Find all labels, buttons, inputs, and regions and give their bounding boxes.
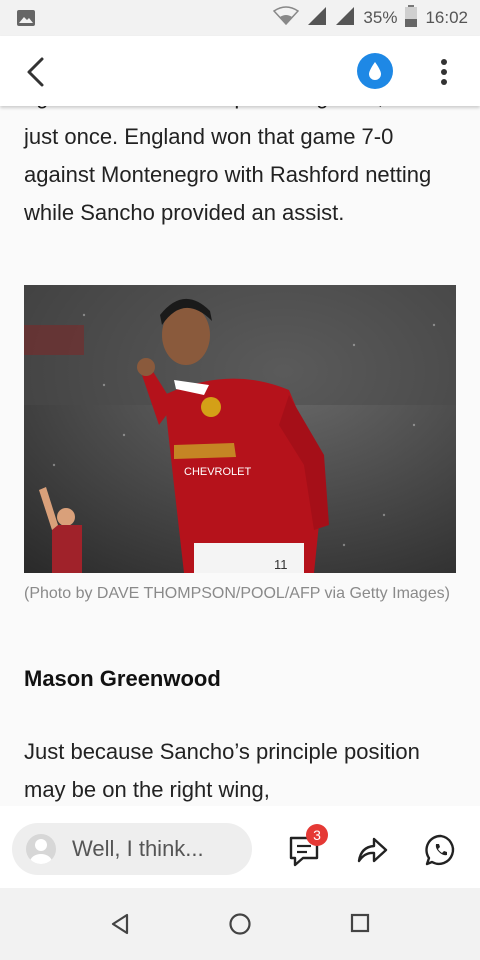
water-drop-icon [369, 62, 381, 80]
more-vertical-icon [441, 59, 447, 85]
nav-recents-button[interactable] [349, 912, 371, 934]
article-paragraph-2: Just because Sancho’s principle position… [24, 739, 420, 802]
article-paragraph: just once. England won that game 7-0 aga… [24, 124, 432, 225]
photo-caption: (Photo by DAVE THOMPSON/POOL/AFP via Get… [24, 585, 450, 602]
share-arrow-icon [357, 837, 388, 863]
comments-count-badge: 3 [306, 824, 328, 846]
share-button[interactable] [355, 834, 389, 866]
comment-input[interactable]: Well, I think... [12, 823, 252, 875]
signal-icon-2 [335, 6, 355, 31]
status-bar: 35% 16:02 [0, 0, 480, 36]
comment-placeholder: Well, I think... [72, 836, 204, 861]
circle-home-icon [229, 913, 251, 935]
whatsapp-button[interactable] [424, 833, 458, 867]
article-partial-line: against the Czech Republic together, [24, 106, 454, 116]
photo-shirt-number: 11 [274, 557, 288, 572]
section-heading: Mason Greenwood [24, 666, 221, 691]
more-options-button[interactable] [430, 54, 458, 90]
square-recents-icon [350, 913, 370, 933]
battery-percent: 35% [363, 8, 398, 27]
signal-icon [307, 6, 327, 31]
whatsapp-icon [425, 834, 455, 866]
nav-back-button[interactable] [108, 912, 132, 936]
wifi-icon [273, 5, 300, 31]
article-content[interactable]: against the Czech Republic together, jus… [0, 106, 480, 806]
battery-icon [405, 4, 418, 32]
gallery-icon [16, 8, 36, 28]
article-photo[interactable]: CHEVROLET 11 [24, 285, 456, 573]
nav-home-button[interactable] [228, 912, 252, 936]
clock: 16:02 [425, 8, 468, 27]
avatar [26, 834, 56, 864]
app-bar [0, 36, 480, 106]
bottom-action-bar: Well, I think... 3 [0, 806, 480, 888]
night-mode-button[interactable] [357, 53, 393, 89]
triangle-back-icon [111, 913, 129, 935]
chevron-left-icon [27, 57, 44, 87]
system-nav-bar [0, 888, 480, 960]
back-button[interactable] [18, 54, 54, 90]
photo-sponsor-text: CHEVROLET [184, 466, 252, 478]
